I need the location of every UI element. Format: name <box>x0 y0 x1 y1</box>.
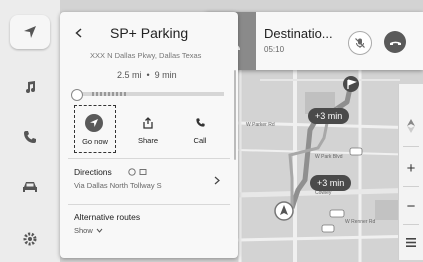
route-time-badge-alt[interactable]: +3 min <box>310 175 352 191</box>
share-button[interactable]: Share <box>128 105 168 151</box>
car-icon <box>23 182 37 192</box>
map-label-w-parker: W Parker Rd <box>246 122 275 128</box>
minus-icon: − <box>406 197 416 215</box>
zoom-in-button[interactable]: + <box>399 150 423 186</box>
phone-icon <box>196 118 205 127</box>
go-now-circle <box>85 114 103 132</box>
map-controls: + − <box>398 84 423 260</box>
plus-icon: + <box>406 159 416 177</box>
phone-icon <box>24 131 36 143</box>
directions-title: Directions <box>74 167 112 177</box>
back-button[interactable] <box>70 25 86 41</box>
current-location-icon <box>274 201 294 221</box>
divider <box>68 204 230 205</box>
gear-icon <box>23 232 37 246</box>
share-icon <box>143 117 153 129</box>
zoom-out-button[interactable]: − <box>399 188 423 224</box>
settings-button[interactable] <box>10 222 50 256</box>
menu-button[interactable] <box>399 224 423 260</box>
go-now-label: Go now <box>82 137 108 146</box>
compass-icon <box>407 119 415 133</box>
menu-icon <box>406 237 416 247</box>
call-button[interactable]: Call <box>180 105 220 151</box>
navigation-arrow-icon <box>24 26 36 38</box>
chevron-left-icon <box>74 28 81 38</box>
route-time-badge[interactable]: +3 min <box>308 108 350 124</box>
map-label-w-renner: W Renner Rd <box>345 219 376 225</box>
phone-button[interactable] <box>10 120 50 154</box>
directions-row[interactable]: Directions Via Dallas North Tollway S <box>60 160 238 202</box>
music-note-icon <box>26 81 35 93</box>
separator-dot: • <box>146 70 150 80</box>
map-label-w-park-blvd: W Park Blvd <box>315 154 343 160</box>
navigate-icon <box>90 119 98 127</box>
alternative-routes-title: Alternative routes <box>74 212 141 222</box>
place-panel: SP+ Parking XXX N Dallas Pkwy, Dallas Te… <box>60 12 238 258</box>
toll-icons <box>128 168 147 176</box>
route-progress-bar <box>78 92 224 96</box>
end-call-button[interactable] <box>384 31 406 53</box>
destination-flag-icon <box>343 76 359 92</box>
go-now-button[interactable]: Go now <box>74 105 116 153</box>
route-progress-start <box>71 89 83 101</box>
chevron-right-icon <box>214 176 220 185</box>
show-alternatives-button[interactable]: Show <box>74 226 103 235</box>
share-label: Share <box>137 136 158 145</box>
call-card[interactable]: Destinatio... 05:10 <box>206 12 423 70</box>
left-rail <box>0 0 61 262</box>
hang-up-icon <box>389 41 401 45</box>
divider <box>68 158 230 159</box>
media-button[interactable] <box>10 70 50 104</box>
route-progress-dashes <box>92 92 128 96</box>
nav-button[interactable] <box>10 15 50 49</box>
compass-button[interactable] <box>399 108 423 144</box>
place-address: XXX N Dallas Pkwy, Dallas Texas <box>90 51 202 60</box>
scrollbar[interactable] <box>234 70 236 160</box>
call-label: Call <box>193 136 207 145</box>
mute-button[interactable] <box>348 31 372 55</box>
show-label: Show <box>74 226 93 235</box>
call-title: Destinatio... <box>264 26 333 41</box>
vehicle-button[interactable] <box>10 170 50 204</box>
directions-subtitle: Via Dallas North Tollway S <box>74 181 162 190</box>
chevron-down-icon <box>96 228 103 233</box>
call-time: 05:10 <box>264 45 285 54</box>
distance-eta: 2.5 mi • 9 min <box>117 70 177 80</box>
mic-off-icon <box>355 38 365 48</box>
distance-text: 2.5 mi <box>117 70 142 80</box>
place-title: SP+ Parking <box>110 25 189 41</box>
eta-text: 9 min <box>154 70 177 80</box>
